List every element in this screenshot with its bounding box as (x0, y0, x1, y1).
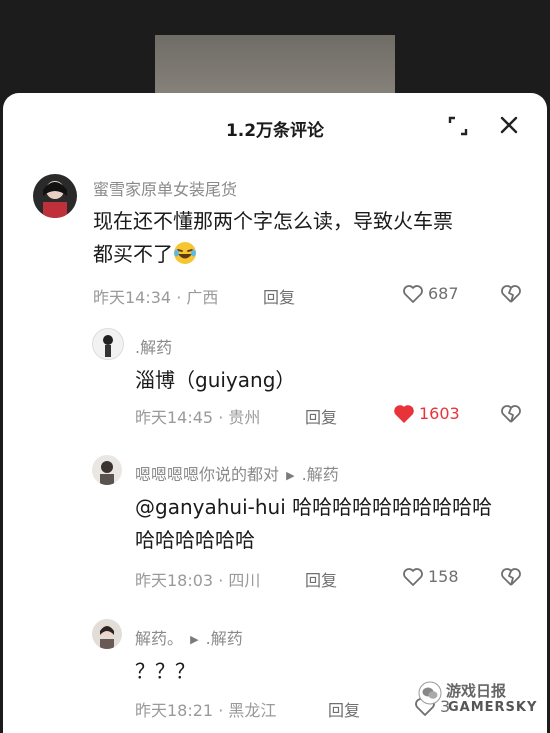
gamersky-watermark: 游戏日报 GAMERSKY (418, 678, 548, 722)
comment-username[interactable]: 蜜雪家原单女装尾货 (93, 176, 237, 200)
comment-username[interactable]: 解药。 ▶ .解药 (135, 625, 243, 649)
wechat-icon (418, 681, 442, 705)
reply-button[interactable]: 回复 (328, 697, 360, 721)
comments-sheet: 1.2万条评论 蜜雪家原单女装尾货 现在还不懂那两个字怎么读，导致火车票 都买不… (3, 93, 547, 733)
avatar-image (43, 181, 67, 218)
like-count: 687 (428, 284, 459, 303)
watermark-brand: GAMERSKY (448, 700, 538, 715)
like-count: 1603 (419, 404, 460, 423)
laughing-emoji-icon (174, 242, 196, 264)
comment-username-text: 嗯嗯嗯嗯你说的都对 (135, 465, 280, 484)
comment-text: @ganyahui-hui 哈哈哈哈哈哈哈哈哈哈 哈哈哈哈哈哈 (135, 491, 535, 557)
comment-time-location: 昨天18:21 · 黑龙江 (135, 701, 277, 720)
comment-time-location: 昨天14:45 · 贵州 (135, 408, 261, 427)
avatar[interactable] (92, 328, 124, 360)
comment-text-line-2: 都买不了 (93, 238, 533, 271)
broken-heart-icon[interactable] (500, 567, 522, 587)
broken-heart-icon[interactable] (500, 284, 522, 304)
avatar[interactable] (33, 174, 77, 218)
reply-arrow-icon: ▶ (286, 469, 295, 482)
avatar-image (103, 335, 113, 357)
comment-time-location: 昨天18:03 · 四川 (135, 571, 261, 590)
like-count: 158 (428, 567, 459, 586)
comments-header: 1.2万条评论 (3, 93, 547, 159)
heart-outline-icon[interactable] (402, 284, 424, 304)
comment-text-fragment: 都买不了 (93, 242, 173, 266)
comment-username-text: 解药。 (135, 629, 184, 648)
comment-text-line: @ganyahui-hui 哈哈哈哈哈哈哈哈哈哈 (135, 495, 493, 519)
broken-heart-icon[interactable] (500, 404, 522, 424)
close-icon[interactable] (497, 113, 521, 137)
comment-text-line: 现在还不懂那两个字怎么读，导致火车票 (93, 209, 453, 233)
comment-text: ？？？ (135, 659, 195, 683)
comment-text: 淄博（guiyang） (135, 368, 296, 392)
reply-arrow-icon: ▶ (190, 633, 199, 646)
comment-username[interactable]: 嗯嗯嗯嗯你说的都对 ▶ .解药 (135, 461, 339, 485)
heart-outline-icon[interactable] (402, 567, 424, 587)
comment-text: 现在还不懂那两个字怎么读，导致火车票 都买不了 (93, 205, 533, 271)
reply-to-username[interactable]: .解药 (302, 465, 339, 484)
heart-filled-icon[interactable] (393, 404, 415, 424)
reply-button[interactable]: 回复 (305, 404, 337, 428)
avatar-image (100, 461, 114, 485)
avatar[interactable] (92, 619, 122, 649)
avatar-image (100, 625, 114, 649)
watermark-title: 游戏日报 (446, 682, 507, 700)
reply-button[interactable]: 回复 (305, 567, 337, 591)
comment-text-line-2: 哈哈哈哈哈哈 (135, 528, 255, 552)
comment-time-location: 昨天14:34 · 广西 (93, 288, 219, 307)
comment-username[interactable]: .解药 (135, 334, 172, 358)
expand-icon[interactable] (447, 115, 469, 137)
avatar[interactable] (92, 455, 122, 485)
reply-button[interactable]: 回复 (263, 284, 295, 308)
reply-to-username[interactable]: .解药 (206, 629, 243, 648)
